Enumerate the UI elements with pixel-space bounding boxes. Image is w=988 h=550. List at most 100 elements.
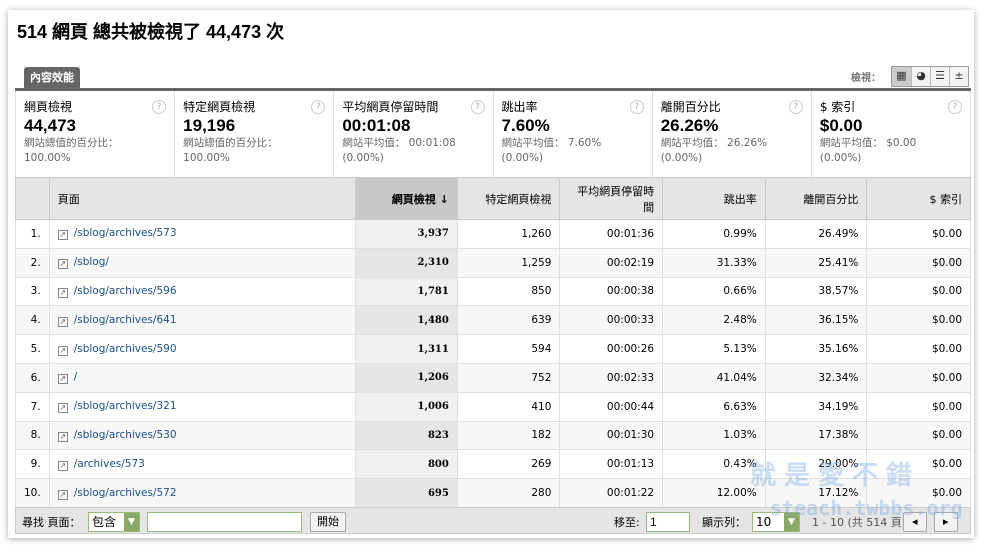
column-header-4[interactable]: 平均網頁停留時間 <box>559 177 664 220</box>
prev-page-button[interactable]: ◂ <box>903 512 927 532</box>
view-switcher: ▦ ◕ ☰ ± <box>891 66 969 87</box>
next-page-button[interactable]: ▸ <box>934 512 958 532</box>
page-link[interactable]: /sblog/archives/590 <box>74 343 177 355</box>
goto-page-input[interactable] <box>646 512 690 532</box>
column-header-6[interactable]: 離開百分比 <box>764 177 868 220</box>
help-icon[interactable]: ? <box>470 100 485 114</box>
table-row: 6. ↗/1,206 752 00:02:33 41.04% 32.34% $0.00 <box>15 362 971 393</box>
chevron-down-icon: ▼ <box>784 513 799 531</box>
metric-label: $ 索引 <box>819 100 856 114</box>
column-header-1[interactable]: 頁面 <box>48 177 357 220</box>
row-index: 6. <box>15 362 50 393</box>
cell-6: 35.16% <box>764 334 868 364</box>
page-link[interactable]: /sblog/ <box>74 256 109 268</box>
external-link-icon[interactable]: ↗ <box>57 489 68 500</box>
pagination-range: 1 - 10 (共 514 頁) <box>812 516 907 529</box>
scorecard-2: 平均網頁停留時間 00:01:08 網站平均值： 00:01:08 (0.00%)? <box>334 91 494 177</box>
column-header-3[interactable]: 特定網頁檢視 <box>456 177 561 220</box>
external-link-icon[interactable]: ↗ <box>57 403 68 414</box>
cell-4: 00:00:38 <box>559 276 664 307</box>
external-link-icon[interactable]: ↗ <box>57 230 68 241</box>
page-link[interactable]: /archives/573 <box>74 458 145 470</box>
search-input[interactable] <box>147 512 302 532</box>
page-link[interactable]: /sblog/archives/596 <box>74 285 177 297</box>
cell-2: 695 <box>355 478 458 508</box>
metric-label: 離開百分比 <box>660 100 721 114</box>
external-link-icon[interactable]: ↗ <box>57 345 68 356</box>
compare-view-icon[interactable]: ± <box>949 67 968 86</box>
metric-comparison: 網站總值的百分比： <box>24 137 119 149</box>
page-title: 514 網頁 總共被檢視了 44,473 次 <box>17 22 285 42</box>
page-cell: ↗ /sblog/archives/321 <box>48 391 357 422</box>
table-header: 頁面 網頁檢視 ↓ 特定網頁檢視 平均網頁停留時間 跳出率 離開百分比 $ 索引 <box>15 177 971 220</box>
page-link[interactable]: /sblog/archives/641 <box>74 314 177 326</box>
column-header-5[interactable]: 跳出率 <box>662 177 766 220</box>
column-header-7[interactable]: $ 索引 <box>866 177 971 220</box>
external-link-icon[interactable]: ↗ <box>57 259 68 270</box>
table-view-icon[interactable]: ▦ <box>892 67 911 86</box>
page-link[interactable]: / <box>74 371 78 383</box>
help-icon[interactable]: ? <box>948 100 963 114</box>
rows-per-page-select[interactable]: 10 ▼ <box>752 512 800 532</box>
cell-6: 17.12% <box>764 478 868 508</box>
bar-view-icon[interactable]: ☰ <box>930 67 949 86</box>
cell-7: $0.00 <box>866 334 971 364</box>
cell-3: 280 <box>456 478 561 508</box>
cell-6: 17.38% <box>764 420 868 451</box>
cell-5: 12.00% <box>662 478 766 508</box>
cell-4: 00:00:26 <box>559 334 664 364</box>
page-link[interactable]: /sblog/archives/530 <box>74 429 177 441</box>
cell-7: $0.00 <box>866 219 971 249</box>
external-link-icon[interactable]: ↗ <box>57 316 68 327</box>
table-row: 2. ↗ /sblog/2,310 1,259 00:02:19 31.33% 25.41%… <box>15 247 971 278</box>
metric-comparison: 網站平均值： 00:01:08 <box>342 137 456 149</box>
page-cell: ↗ /sblog/archives/573 <box>48 219 357 249</box>
metric-comparison-pct: (0.00%) <box>342 152 384 164</box>
cell-4: 00:01:36 <box>559 219 664 249</box>
external-link-icon[interactable]: ↗ <box>57 287 68 298</box>
table-row: 5. ↗ /sblog/archives/590 1,311 594 00:00:26 5.… <box>15 334 971 364</box>
metric-comparison: 網站平均值： $0.00 <box>819 137 917 149</box>
cell-6: 36.15% <box>764 305 868 336</box>
cell-3: 594 <box>456 334 561 364</box>
match-select[interactable]: 包含 ▼ <box>88 512 140 532</box>
metric-label: 跳出率 <box>501 100 538 114</box>
external-link-icon[interactable]: ↗ <box>57 374 68 385</box>
page-link[interactable]: /sblog/archives/321 <box>74 400 177 412</box>
page-link[interactable]: /sblog/archives/573 <box>74 227 177 239</box>
cell-2: 3,937 <box>355 219 458 249</box>
cell-4: 00:01:30 <box>559 420 664 451</box>
metric-value: 19,196 <box>183 116 236 135</box>
row-index: 1. <box>15 219 50 249</box>
cell-5: 1.03% <box>662 420 766 451</box>
cell-5: 2.48% <box>662 305 766 336</box>
metric-label: 特定網頁檢視 <box>183 100 256 114</box>
metric-value: 7.60% <box>501 116 550 135</box>
metric-comparison-pct: 100.00% <box>24 152 71 164</box>
tab-content-performance[interactable]: 內容效能 <box>24 67 80 88</box>
cell-6: 34.19% <box>764 391 868 422</box>
column-header-2[interactable]: 網頁檢視 ↓ <box>355 177 458 220</box>
help-icon[interactable]: ? <box>629 100 644 114</box>
help-icon[interactable]: ? <box>788 100 803 114</box>
metric-comparison-pct: 100.00% <box>183 152 230 164</box>
cell-4: 00:02:19 <box>559 247 664 278</box>
cell-6: 25.41% <box>764 247 868 278</box>
cell-3: 269 <box>456 449 561 480</box>
row-index: 9. <box>15 449 50 480</box>
external-link-icon[interactable]: ↗ <box>57 431 68 442</box>
metric-comparison-pct: (0.00%) <box>660 152 703 164</box>
table-row: 7. ↗ /sblog/archives/321 1,006 410 00:00:44 6.… <box>15 391 971 422</box>
scorecard-4: 離開百分比 26.26% 網站平均值： 26.26% (0.00%)? <box>653 91 812 177</box>
external-link-icon[interactable]: ↗ <box>57 460 68 471</box>
row-index: 7. <box>15 391 50 422</box>
pie-view-icon[interactable]: ◕ <box>911 67 930 86</box>
goto-label: 移至: <box>614 516 640 529</box>
cell-3: 850 <box>456 276 561 307</box>
go-button[interactable]: 開始 <box>310 512 346 532</box>
cell-6: 38.57% <box>764 276 868 307</box>
page-cell: ↗ /archives/573 <box>48 449 357 480</box>
metric-label: 平均網頁停留時間 <box>342 100 439 114</box>
page-link[interactable]: /sblog/archives/572 <box>74 487 177 499</box>
scorecard-5: $ 索引 $0.00 網站平均值： $0.00 (0.00%)? <box>812 91 970 177</box>
